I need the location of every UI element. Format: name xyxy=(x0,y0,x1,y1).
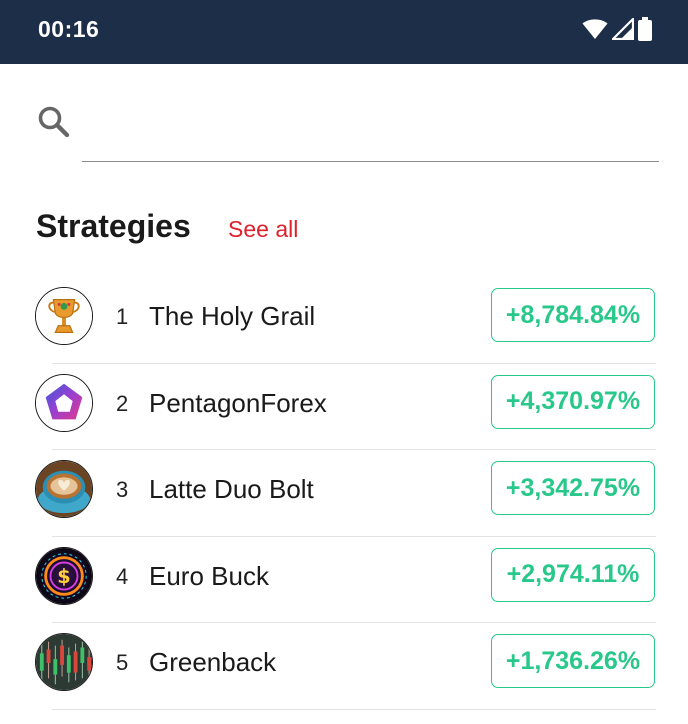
signal-icon xyxy=(610,16,635,45)
strategy-list: 1 The Holy Grail +8,784.84% 2 PentagonFo… xyxy=(0,277,688,710)
performance-badge: +1,736.26% xyxy=(491,634,655,688)
strategy-name: PentagonForex xyxy=(149,387,327,418)
strategy-rank: 1 xyxy=(116,304,129,329)
search-input[interactable] xyxy=(82,100,659,162)
status-time: 00:16 xyxy=(38,16,100,42)
wifi-icon xyxy=(582,18,608,45)
strategy-rank: 4 xyxy=(116,563,129,589)
strategy-rank: 2 xyxy=(116,390,129,416)
strategy-row[interactable]: 1 The Holy Grail +8,784.84% xyxy=(0,277,688,364)
status-bar: 00:16 xyxy=(0,0,688,64)
see-all-link[interactable]: See all xyxy=(228,216,298,243)
dollar-coin-icon: $ xyxy=(35,546,93,605)
latte-cup-icon xyxy=(35,460,93,518)
pentagon-logo-icon xyxy=(35,373,93,432)
svg-text:$: $ xyxy=(57,564,70,587)
performance-badge: +3,342.75% xyxy=(491,461,655,515)
trophy-icon xyxy=(35,287,93,345)
status-icons xyxy=(582,16,652,46)
strategy-row[interactable]: $ 4 Euro Buck +2,974.11% xyxy=(0,537,688,623)
strategy-rank: 5 xyxy=(116,650,129,675)
performance-badge: +4,370.97% xyxy=(491,374,655,429)
search-bar xyxy=(0,64,688,184)
performance-badge: +2,974.11% xyxy=(491,547,655,602)
strategy-name: Greenback xyxy=(149,647,277,677)
candlestick-chart-icon xyxy=(35,633,93,691)
section-title: Strategies xyxy=(36,208,191,244)
strategy-name: Latte Duo Bolt xyxy=(149,474,314,504)
performance-badge: +8,784.84% xyxy=(491,288,655,342)
strategies-header: Strategies See all xyxy=(36,206,656,254)
battery-icon xyxy=(638,17,652,46)
strategy-row[interactable]: 3 Latte Duo Bolt +3,342.75% xyxy=(0,450,688,537)
strategy-row[interactable]: 5 Greenback +1,736.26% xyxy=(0,623,688,710)
strategy-name: The Holy Grail xyxy=(149,301,316,331)
strategy-name: Euro Buck xyxy=(149,560,269,591)
strategy-row[interactable]: 2 PentagonForex +4,370.97% xyxy=(0,364,688,450)
row-divider xyxy=(52,708,656,710)
search-icon[interactable] xyxy=(36,104,72,140)
strategy-rank: 3 xyxy=(116,477,129,502)
